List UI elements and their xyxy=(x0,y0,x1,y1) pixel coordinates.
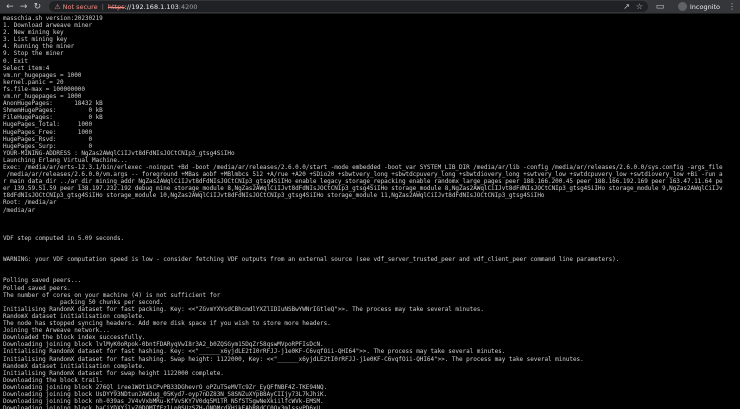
terminal-line: Downloading joining block haCiYDXYjlyZ0D… xyxy=(3,405,324,409)
terminal-line: 3. List mining key xyxy=(3,36,68,44)
kebab-menu-icon[interactable]: ⋮ xyxy=(728,2,736,11)
terminal-line: Initialising RandomX dataset for swap he… xyxy=(3,369,224,377)
terminal-line: /media/ar/releases/2.6.0.0/vm.args -- fo… xyxy=(3,171,723,179)
back-arrow-icon[interactable]: ← xyxy=(4,1,16,13)
terminal-window[interactable]: masschia.sh version:20230219 1. Download … xyxy=(0,14,740,409)
url-host: ://192.168.1.103 xyxy=(124,2,179,11)
terminal-line: Downloading joining block UsDYY93NDtun2A… xyxy=(3,390,328,398)
terminal-line: 0. Exit xyxy=(3,57,28,65)
url-port: :4200 xyxy=(178,2,198,11)
url-scheme: https xyxy=(107,2,125,11)
forward-arrow-icon[interactable]: → xyxy=(18,1,30,13)
terminal-line: HugePages_Rsvd: 0 xyxy=(3,135,93,143)
terminal-output: masschia.sh version:20230219 1. Download … xyxy=(0,14,740,409)
address-bar[interactable]: ⚠ Not secure | https ://192.168.1.103 :4… xyxy=(49,1,649,12)
terminal-line: RandomX dataset initialisation complete. xyxy=(3,362,146,370)
terminal-line: RandomX dataset initialisation complete. xyxy=(3,312,146,320)
terminal-line: Downloading joining block lvlMyK0oRpok-0… xyxy=(3,341,324,349)
warning-icon[interactable]: ⚠ xyxy=(54,3,60,11)
browser-toolbar: ← → ↻ ⚠ Not secure | https ://192.168.1.… xyxy=(0,0,740,14)
sidebar-panel-icon[interactable]: ▭ xyxy=(654,1,666,13)
terminal-line: HugePages_Free: 1000 xyxy=(3,128,93,136)
terminal-line: fs.file-max = 100000000 xyxy=(3,85,85,93)
bookmark-star-icon[interactable]: ☆ xyxy=(636,2,643,11)
terminal-line: Downloading the block trail. xyxy=(3,376,103,384)
incognito-indicator[interactable]: Incognito xyxy=(677,2,721,11)
terminal-line: Downloading joining block 276Ql_iree1WOt… xyxy=(3,383,328,391)
terminal-line: The number of cores on your machine (4) … xyxy=(3,291,221,299)
terminal-line: Polling saved peers... xyxy=(3,277,82,285)
address-bar-actions: ↗ ☆ xyxy=(617,2,643,11)
terminal-line: r main data_dir ../ar_dir mining_addr Ng… xyxy=(3,178,723,186)
terminal-line: The node has stopped syncing headers. Ad… xyxy=(3,320,331,328)
terminal-line: HugePages_Total: 1000 xyxy=(3,121,93,129)
terminal-line: Joining the Arweave network... xyxy=(3,327,110,335)
terminal-line: 2. New mining key xyxy=(3,29,64,37)
terminal-line: 4. Running the miner xyxy=(3,43,75,51)
share-icon[interactable]: ↗ xyxy=(623,2,630,11)
terminal-line: Select item:4 xyxy=(3,64,50,72)
terminal-line: AnonHugePages: 18432 kB xyxy=(3,100,103,108)
terminal-line: vm.nr_hugepages = 1000 xyxy=(3,93,82,101)
terminal-line: VDF step computed in 5.09 seconds. xyxy=(3,234,125,242)
terminal-line: Launching Erlang Virtual Machine... xyxy=(3,156,128,164)
terminal-line: t8dFdNIsJOCtCNIp3_gtsg4SiIHo storage_mod… xyxy=(3,192,545,200)
terminal-line: kernel.panic = 20 xyxy=(3,78,64,86)
terminal-line: Exec: /media/ar/erts-12.3.1/bin/erlexec … xyxy=(3,163,723,171)
incognito-icon xyxy=(677,2,687,11)
terminal-line: masschia.sh version:20230219 xyxy=(3,15,103,22)
terminal-line: Downloaded the block index successfully. xyxy=(3,334,146,342)
terminal-line: YOUR-MINING-ADDRESS : NgZas2AWqlCiIJvt8d… xyxy=(3,149,235,157)
terminal-line: Root: /media/ar xyxy=(3,199,57,207)
terminal-line: Polled saved peers. xyxy=(3,284,71,292)
terminal-line: er 139.59.51.59 peer 138.197.232.192 deb… xyxy=(3,185,723,193)
terminal-line: HugePages_Surp: 0 xyxy=(3,142,93,150)
terminal-line: WARNING: your VDF computation speed is l… xyxy=(3,256,620,264)
terminal-line: vm.nr_hugepages = 1000 xyxy=(3,71,82,79)
terminal-line: Initialising RandomX dataset for fast ha… xyxy=(3,348,506,356)
terminal-line: Initialising RandomX dataset for fast pa… xyxy=(3,305,484,313)
terminal-line: /media/ar xyxy=(3,206,36,214)
incognito-label: Incognito xyxy=(689,2,721,11)
terminal-line: Initialising RandomX dataset for fast ha… xyxy=(3,355,584,363)
terminal-line: packing 50 chunks per second. xyxy=(3,298,164,306)
terminal-line: 1. Download arweave miner xyxy=(3,22,93,30)
terminal-line: Downloading joining block nh-039as_JV4vV… xyxy=(3,398,324,406)
terminal-line: FileHugePages: 0 kB xyxy=(3,114,103,122)
reload-icon[interactable]: ↻ xyxy=(32,1,44,13)
not-secure-label[interactable]: Not secure xyxy=(63,3,98,11)
terminal-line: 9. Stop the miner xyxy=(3,50,64,58)
address-separator: | xyxy=(101,2,104,11)
terminal-line: ShmemHugePages: 0 kB xyxy=(3,107,103,115)
